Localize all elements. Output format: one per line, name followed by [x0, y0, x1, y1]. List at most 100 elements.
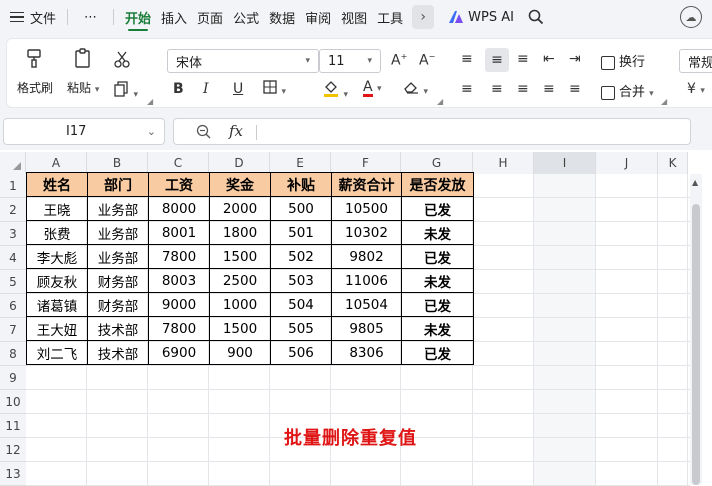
tab-review[interactable]: 审阅 [300, 0, 336, 34]
row-header-9[interactable]: 9 [0, 366, 26, 390]
borders-button[interactable]: ▾ [263, 80, 286, 98]
row-header-4[interactable]: 4 [0, 246, 26, 270]
align-left-button[interactable]: ≡ [461, 81, 473, 97]
row-header-8[interactable]: 8 [0, 342, 26, 366]
row-header-11[interactable]: 11 [0, 414, 26, 438]
cloud-sync-icon[interactable]: ☁ [680, 6, 702, 28]
table-cell[interactable]: 2000 [209, 196, 271, 221]
table-cell[interactable]: 8306 [331, 340, 402, 365]
status-cell[interactable]: 已发 [401, 196, 474, 221]
tab-page[interactable]: 页面 [192, 0, 228, 34]
table-cell[interactable]: 7800 [148, 244, 210, 269]
tab-home[interactable]: 开始 [120, 0, 156, 34]
table-cell[interactable]: 10504 [331, 292, 402, 317]
table-cell[interactable]: 技术部 [87, 316, 149, 341]
table-cell[interactable]: 1500 [209, 244, 271, 269]
currency-button[interactable]: ¥ ▾ [687, 81, 705, 97]
column-header-e[interactable]: E [270, 152, 331, 174]
justify-button[interactable]: ≡ [543, 81, 555, 97]
scrollbar-thumb[interactable] [692, 204, 700, 485]
table-cell[interactable]: 1500 [209, 316, 271, 341]
table-cell[interactable]: 2500 [209, 268, 271, 293]
salary-table[interactable]: 姓名 部门 工资 奖金 补贴 薪资合计 是否发放 王晓 业务部 8000 2000 500 10500 已… [26, 172, 474, 365]
tab-data[interactable]: 数据 [264, 0, 300, 34]
wps-ai-button[interactable]: WPS AI [448, 10, 514, 25]
table-cell[interactable]: 506 [270, 340, 332, 365]
table-cell[interactable]: 李大彪 [26, 244, 88, 269]
name-box[interactable]: I17 ⌄ [3, 118, 165, 145]
table-header-cell[interactable]: 奖金 [209, 172, 271, 197]
table-cell[interactable]: 9805 [331, 316, 402, 341]
table-cell[interactable]: 7800 [148, 316, 210, 341]
column-header-f[interactable]: F [331, 152, 401, 174]
row-header-3[interactable]: 3 [0, 222, 26, 246]
search-icon[interactable] [528, 9, 544, 25]
font-size-select[interactable]: 11 ▾ [319, 49, 381, 73]
paste-button[interactable]: 粘贴 ▾ [67, 47, 99, 96]
copy-button[interactable]: ▾ [113, 81, 138, 101]
table-cell[interactable]: 505 [270, 316, 332, 341]
row-header-10[interactable]: 10 [0, 390, 26, 414]
function-icon[interactable]: fx [229, 122, 243, 140]
table-header-cell[interactable]: 姓名 [26, 172, 88, 197]
increase-font-size-button[interactable]: A+ [391, 52, 407, 69]
table-cell[interactable]: 顾友秋 [26, 268, 88, 293]
align-middle-button[interactable]: ≡ [485, 48, 509, 72]
table-cell[interactable]: 11006 [331, 268, 402, 293]
alignment-launcher-icon[interactable]: ◢ [661, 97, 667, 106]
column-header-i[interactable]: I [534, 152, 596, 174]
table-cell[interactable]: 504 [270, 292, 332, 317]
distributed-button[interactable]: ≡ [569, 81, 581, 97]
vertical-scrollbar[interactable]: ▲ [690, 174, 702, 485]
table-cell[interactable]: 8001 [148, 220, 210, 245]
table-cell[interactable]: 业务部 [87, 220, 149, 245]
align-center-button[interactable]: ≡ [491, 81, 503, 97]
status-cell[interactable]: 已发 [401, 292, 474, 317]
column-header-d[interactable]: D [209, 152, 270, 174]
merge-cells-button[interactable]: 合并 ▾ [601, 81, 654, 100]
row-header-13[interactable]: 13 [0, 462, 26, 486]
italic-button[interactable]: I [203, 81, 209, 97]
table-cell[interactable]: 502 [270, 244, 332, 269]
table-cell[interactable]: 10500 [331, 196, 402, 221]
table-cell[interactable]: 501 [270, 220, 332, 245]
tab-formula[interactable]: 公式 [228, 0, 264, 34]
table-header-cell[interactable]: 部门 [87, 172, 149, 197]
column-header-c[interactable]: C [148, 152, 209, 174]
font-name-select[interactable]: 宋体 ▾ [167, 49, 319, 73]
decrease-indent-button[interactable]: ⇤ [543, 51, 555, 67]
row-header-2[interactable]: 2 [0, 198, 26, 222]
table-cell[interactable]: 业务部 [87, 244, 149, 269]
tab-view[interactable]: 视图 [336, 0, 372, 34]
column-header-b[interactable]: B [87, 152, 148, 174]
zoom-search-icon[interactable] [196, 124, 211, 139]
table-cell[interactable]: 王晓 [26, 196, 88, 221]
table-cell[interactable]: 技术部 [87, 340, 149, 365]
table-cell[interactable]: 900 [209, 340, 271, 365]
table-cell[interactable]: 张费 [26, 220, 88, 245]
status-cell[interactable]: 未发 [401, 316, 474, 341]
align-right-button[interactable]: ≡ [517, 81, 529, 97]
row-header-12[interactable]: 12 [0, 438, 26, 462]
chevron-right-icon[interactable]: › [412, 5, 435, 29]
scroll-up-icon[interactable]: ▲ [692, 178, 698, 187]
clipboard-launcher-icon[interactable]: ◢ [147, 97, 153, 106]
font-launcher-icon[interactable]: ◢ [437, 97, 443, 106]
status-cell[interactable]: 已发 [401, 244, 474, 269]
more-menu-button[interactable]: ⋯ [74, 0, 107, 34]
decrease-font-size-button[interactable]: A− [419, 52, 435, 69]
bold-button[interactable]: B [173, 81, 184, 97]
column-header-g[interactable]: G [401, 152, 473, 174]
font-color-button[interactable]: A ▾ [363, 79, 382, 97]
table-header-cell[interactable]: 补贴 [270, 172, 332, 197]
table-cell[interactable]: 8000 [148, 196, 210, 221]
table-cell[interactable]: 刘二飞 [26, 340, 88, 365]
number-format-select[interactable]: 常规 [679, 49, 712, 73]
fill-color-button[interactable]: ▾ [323, 79, 348, 101]
align-bottom-button[interactable]: ≡ [517, 51, 529, 67]
cut-icon[interactable] [113, 50, 131, 68]
table-cell[interactable]: 500 [270, 196, 332, 221]
status-cell[interactable]: 未发 [401, 268, 474, 293]
table-header-cell[interactable]: 是否发放 [401, 172, 474, 197]
status-cell[interactable]: 未发 [401, 220, 474, 245]
